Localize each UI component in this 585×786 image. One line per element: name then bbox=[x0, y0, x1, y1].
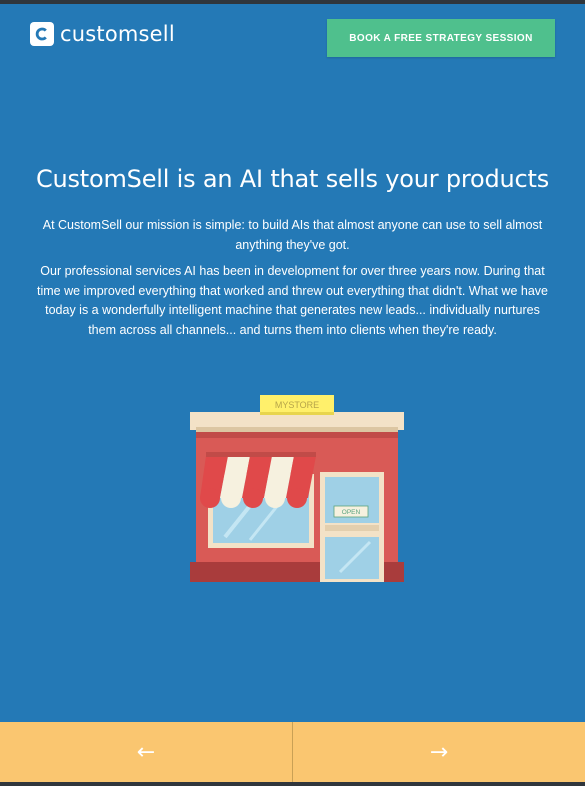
logo[interactable]: customsell bbox=[30, 22, 175, 46]
store-sign-shadow bbox=[260, 412, 334, 415]
arrow-left-icon: ← bbox=[136, 739, 156, 765]
development-paragraph: Our professional services AI has been in… bbox=[37, 264, 548, 337]
open-sign-text: OPEN bbox=[342, 509, 361, 516]
store-sign-text: MYSTORE bbox=[275, 400, 319, 410]
page-title: CustomSell is an AI that sells your prod… bbox=[35, 165, 550, 193]
window-bottom-edge bbox=[0, 782, 585, 786]
store-roof-shadow bbox=[196, 427, 398, 432]
previous-button[interactable]: ← bbox=[0, 722, 292, 782]
landing-page: customsell BOOK A FREE STRATEGY SESSION … bbox=[0, 4, 585, 722]
mission-paragraph: At CustomSell our mission is simple: to … bbox=[42, 218, 543, 252]
arrow-right-icon: → bbox=[429, 739, 449, 765]
logo-c-icon bbox=[30, 22, 54, 46]
store-wall-shadow bbox=[196, 432, 398, 438]
awning bbox=[200, 452, 316, 508]
book-strategy-session-button[interactable]: BOOK A FREE STRATEGY SESSION bbox=[327, 19, 555, 57]
door-push-bar-shadow bbox=[325, 525, 379, 531]
storefront-illustration: OPEN MYSTORE bbox=[190, 395, 404, 582]
next-button[interactable]: → bbox=[293, 722, 585, 782]
logo-text: customsell bbox=[60, 22, 175, 46]
slide-navigation: ← → bbox=[0, 722, 585, 782]
intro-copy: At CustomSell our mission is simple: to … bbox=[32, 216, 553, 347]
